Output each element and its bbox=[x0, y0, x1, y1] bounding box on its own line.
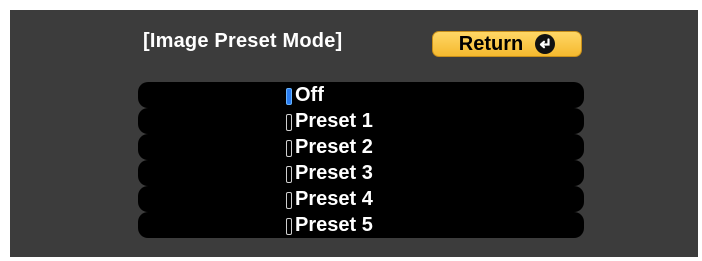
option-label: Preset 1 bbox=[295, 110, 373, 132]
option-preset-5[interactable]: Preset 5 bbox=[138, 212, 584, 238]
projector-menu-screen: [Image Preset Mode] Return Off Preset 1 … bbox=[10, 10, 698, 257]
return-label: Return bbox=[458, 32, 524, 55]
option-off[interactable]: Off bbox=[138, 82, 584, 108]
option-preset-4[interactable]: Preset 4 bbox=[138, 186, 584, 212]
radio-indicator bbox=[286, 166, 292, 183]
radio-indicator-selected bbox=[286, 88, 292, 105]
option-label: Preset 4 bbox=[295, 188, 373, 210]
option-label: Off bbox=[295, 84, 324, 106]
option-label: Preset 3 bbox=[295, 162, 373, 184]
preset-option-list: Off Preset 1 Preset 2 Preset 3 Preset 4 … bbox=[138, 82, 584, 238]
radio-indicator bbox=[286, 114, 292, 131]
return-button[interactable]: Return bbox=[432, 31, 582, 57]
menu-title: [Image Preset Mode] bbox=[143, 30, 343, 52]
radio-indicator bbox=[286, 192, 292, 209]
option-preset-1[interactable]: Preset 1 bbox=[138, 108, 584, 134]
option-label: Preset 5 bbox=[295, 214, 373, 236]
option-label: Preset 2 bbox=[295, 136, 373, 158]
radio-indicator bbox=[286, 140, 292, 157]
enter-icon bbox=[535, 34, 556, 54]
radio-indicator bbox=[286, 218, 292, 235]
option-preset-3[interactable]: Preset 3 bbox=[138, 160, 584, 186]
option-preset-2[interactable]: Preset 2 bbox=[138, 134, 584, 160]
